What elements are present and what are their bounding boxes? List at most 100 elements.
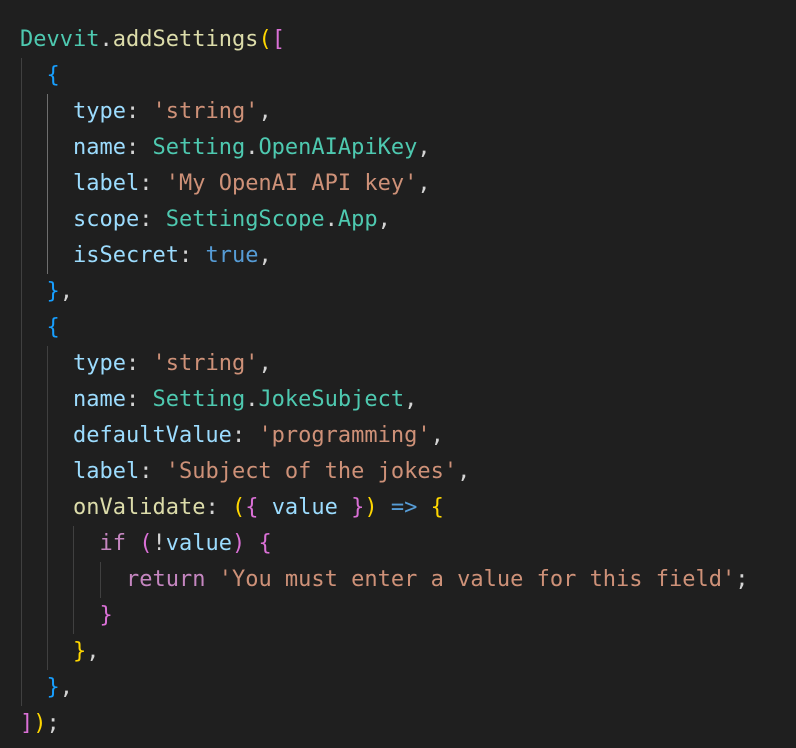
code-token: label: [72, 459, 140, 484]
code-line[interactable]: type: 'string',: [20, 94, 749, 130]
code-token: }: [72, 639, 87, 664]
code-token: :: [125, 387, 153, 412]
code-token: {: [258, 531, 272, 556]
code-token: ]: [20, 711, 34, 736]
code-token: .: [324, 207, 338, 232]
code-token: ,: [59, 279, 73, 304]
code-editor[interactable]: Devvit.addSettings([ { type: 'string', n…: [0, 0, 796, 748]
code-line[interactable]: Devvit.addSettings([: [20, 22, 749, 58]
code-token: :: [139, 171, 166, 196]
code-token: ,: [457, 459, 471, 484]
code-token: scope: [72, 207, 140, 232]
code-token: }: [99, 603, 113, 628]
code-token: [: [271, 27, 285, 52]
code-token: {: [46, 315, 60, 340]
code-token: label: [72, 171, 140, 196]
code-token: ): [231, 531, 246, 556]
code-token: Setting: [152, 135, 246, 160]
code-token: Setting: [152, 387, 246, 412]
code-line[interactable]: },: [20, 670, 749, 706]
code-line[interactable]: label: 'My OpenAI API key',: [20, 166, 749, 202]
code-line[interactable]: {: [20, 310, 749, 346]
code-token: 'You must enter a value for this field': [218, 567, 736, 592]
code-token: ;: [735, 567, 749, 592]
code-token: value: [271, 495, 338, 520]
code-token: .: [245, 135, 259, 160]
code-token: 'string': [152, 99, 259, 124]
code-token: name: [72, 387, 126, 412]
code-token: {: [46, 63, 60, 88]
code-token: 'string': [152, 351, 259, 376]
code-token: ,: [59, 675, 73, 700]
code-content[interactable]: Devvit.addSettings([ { type: 'string', n…: [20, 22, 749, 742]
code-line[interactable]: },: [20, 634, 749, 670]
code-line[interactable]: ]);: [20, 706, 749, 742]
code-token: Devvit: [20, 27, 100, 52]
code-token: 'My OpenAI API key': [165, 171, 418, 196]
code-line[interactable]: if (!value) {: [20, 526, 749, 562]
code-token: :: [231, 423, 259, 448]
code-line[interactable]: {: [20, 58, 749, 94]
code-token: onValidate: [72, 495, 206, 520]
code-line[interactable]: name: Setting.JokeSubject,: [20, 382, 749, 418]
code-token: :: [125, 135, 153, 160]
code-line[interactable]: defaultValue: 'programming',: [20, 418, 749, 454]
code-token: ): [33, 711, 47, 736]
code-token: .: [99, 27, 113, 52]
code-token: isSecret: [72, 243, 179, 268]
code-token: defaultValue: [72, 423, 232, 448]
code-token: {: [430, 495, 444, 520]
code-token: (: [258, 27, 272, 52]
code-token: !: [152, 531, 166, 556]
code-token: :: [125, 351, 153, 376]
code-line[interactable]: label: 'Subject of the jokes',: [20, 454, 749, 490]
code-line[interactable]: name: Setting.OpenAIApiKey,: [20, 130, 749, 166]
code-token: ,: [430, 423, 444, 448]
code-line[interactable]: }: [20, 598, 749, 634]
code-token: ,: [86, 639, 100, 664]
code-line[interactable]: },: [20, 274, 749, 310]
code-token: OpenAIApiKey: [258, 135, 418, 160]
code-token: :: [139, 459, 166, 484]
code-token: JokeSubject: [258, 387, 405, 412]
code-line[interactable]: scope: SettingScope.App,: [20, 202, 749, 238]
code-token: :: [205, 495, 232, 520]
code-token: (: [139, 531, 153, 556]
code-token: App: [337, 207, 378, 232]
code-token: name: [72, 135, 126, 160]
code-token: {: [245, 495, 259, 520]
code-token: ,: [377, 207, 391, 232]
code-token: ,: [258, 99, 272, 124]
code-token: SettingScope: [165, 207, 325, 232]
code-line[interactable]: type: 'string',: [20, 346, 749, 382]
code-line[interactable]: return 'You must enter a value for this …: [20, 562, 749, 598]
code-token: value: [165, 531, 232, 556]
code-line[interactable]: isSecret: true,: [20, 238, 749, 274]
code-token: 'Subject of the jokes': [165, 459, 458, 484]
code-token: .: [245, 387, 259, 412]
code-token: ,: [258, 351, 272, 376]
code-token: addSettings: [112, 27, 259, 52]
code-token: if: [99, 531, 126, 556]
code-token: =>: [390, 495, 418, 520]
code-token: :: [178, 243, 206, 268]
code-token: }: [46, 279, 60, 304]
code-line[interactable]: onValidate: ({ value }) => {: [20, 490, 749, 526]
code-token: ,: [404, 387, 418, 412]
